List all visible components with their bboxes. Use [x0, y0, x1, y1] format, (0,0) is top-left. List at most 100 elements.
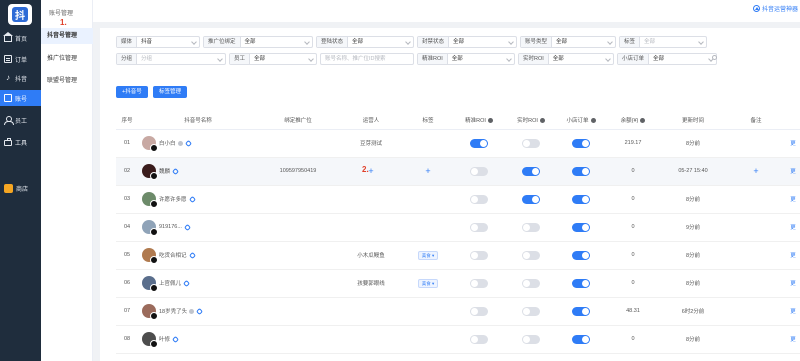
tag-badge[interactable]: 美食 ▾: [417, 250, 439, 260]
account-name[interactable]: 魏麟: [159, 167, 170, 175]
help-icon[interactable]: [539, 117, 545, 123]
link-icon[interactable]: [183, 223, 191, 231]
cell-balance: 219.17: [606, 129, 660, 158]
realtime-roi-toggle[interactable]: [522, 250, 540, 260]
filter-value: 抖音: [137, 37, 199, 47]
precise-roi-toggle[interactable]: [470, 194, 488, 204]
account-name[interactable]: 上官佩儿: [159, 279, 181, 287]
realtime-roi-toggle[interactable]: [522, 222, 540, 232]
tag-badge[interactable]: 美食 ▾: [417, 278, 439, 288]
account-name[interactable]: 白小白: [159, 139, 176, 147]
cell-realtime-roi: [506, 157, 556, 186]
update-link[interactable]: 更: [790, 253, 796, 259]
ban-status-select[interactable]: 封禁状态 全部: [417, 36, 517, 48]
subnav-item-promo-slots[interactable]: 推广位管理: [41, 51, 93, 67]
nav-item-tools[interactable]: 工具: [0, 134, 41, 150]
update-link[interactable]: 更: [790, 197, 796, 203]
shop-order-toggle[interactable]: [572, 166, 590, 176]
avatar: [142, 136, 158, 152]
link-icon[interactable]: [188, 195, 196, 203]
link-icon[interactable]: [188, 251, 196, 259]
guide-link[interactable]: 抖音运营神器: [752, 4, 798, 13]
subnav-item-douyin-accounts[interactable]: 抖音号管理: [41, 28, 93, 44]
update-link[interactable]: 更: [790, 309, 796, 315]
shop-order-toggle[interactable]: [572, 250, 590, 260]
update-link[interactable]: 更: [790, 337, 796, 343]
cell-action: 更: [786, 241, 800, 270]
precise-roi-toggle[interactable]: [470, 334, 488, 344]
shop-order-toggle[interactable]: [572, 278, 590, 288]
filter-row-1: 媒体 抖音 推广位绑定 全部 登陆状态 全部 封禁状态 全部 账号类型 全部 标…: [116, 36, 710, 48]
login-status-select[interactable]: 登陆状态 全部: [316, 36, 414, 48]
promo-bind-select[interactable]: 推广位绑定 全部: [203, 36, 313, 48]
update-link[interactable]: 更: [790, 141, 796, 147]
precise-roi-toggle[interactable]: [470, 222, 488, 232]
tag-manage-button[interactable]: 标签管理: [153, 86, 188, 98]
filter-label: 标签: [620, 37, 641, 47]
tag-select[interactable]: 标签 全部: [619, 36, 707, 48]
precise-roi-select[interactable]: 精准ROI 全部: [417, 53, 515, 65]
nav-item-orders[interactable]: 订单: [0, 51, 41, 67]
link-icon[interactable]: [171, 167, 180, 175]
shop-order-toggle[interactable]: [572, 138, 590, 148]
account-name[interactable]: 吃货合相记: [159, 251, 187, 259]
realtime-roi-toggle[interactable]: [522, 194, 540, 204]
add-remark-button[interactable]: +: [753, 166, 758, 176]
account-search-input[interactable]: 账号名称、推广位ID搜索: [320, 53, 717, 65]
staff-select[interactable]: 员工 全部: [229, 53, 317, 65]
shop-order-toggle[interactable]: [572, 334, 590, 344]
shop-order-toggle[interactable]: [572, 194, 590, 204]
account-type-select[interactable]: 账号类型 全部: [520, 36, 616, 48]
media-select[interactable]: 媒体 抖音: [116, 36, 200, 48]
precise-roi-toggle[interactable]: [470, 138, 488, 148]
link-icon[interactable]: [196, 307, 204, 315]
realtime-roi-toggle[interactable]: [522, 334, 540, 344]
shop-order-toggle[interactable]: [572, 306, 590, 316]
account-name[interactable]: 18岁秃了头: [159, 307, 187, 315]
update-link[interactable]: 更: [790, 281, 796, 287]
help-icon[interactable]: [487, 117, 493, 123]
update-link[interactable]: 更: [790, 169, 796, 175]
precise-roi-toggle[interactable]: [470, 278, 488, 288]
add-tag-button[interactable]: +: [425, 166, 430, 176]
subnav-item-alliance-accounts[interactable]: 联盟号管理: [41, 73, 93, 89]
account-table: 序号 抖音号名称 绑定推广位 运营人 标签 精准ROI 实时ROI 小店订单 余…: [116, 111, 800, 354]
nav-item-shop[interactable]: 商店: [0, 180, 41, 196]
group-select[interactable]: 分组 分组: [116, 53, 226, 65]
nav-item-account[interactable]: 账号: [0, 90, 41, 106]
nav-item-staff[interactable]: 员工: [0, 112, 41, 128]
realtime-roi-toggle[interactable]: [522, 138, 540, 148]
link-icon[interactable]: [182, 279, 191, 287]
shop-order-toggle[interactable]: [572, 222, 590, 232]
realtime-roi-select[interactable]: 实时ROI 全部: [518, 53, 614, 65]
cell-index: 02: [116, 157, 138, 186]
add-operator-button[interactable]: +: [368, 166, 373, 176]
nav-item-home[interactable]: 首页: [0, 30, 41, 46]
precise-roi-toggle[interactable]: [470, 306, 488, 316]
cell-shop-order: [556, 269, 606, 298]
account-name[interactable]: 叶修: [159, 335, 170, 343]
precise-roi-toggle[interactable]: [470, 250, 488, 260]
link-icon[interactable]: [171, 335, 180, 343]
cell-index: 03: [116, 185, 138, 214]
shop-order-select[interactable]: 小店订单 全部: [617, 53, 717, 65]
account-name[interactable]: 许愿许多愿: [159, 195, 187, 203]
table-row: 03 许愿许多愿 0 8分前 更: [116, 185, 800, 214]
nav-item-douyin[interactable]: ♪ 抖音: [0, 70, 41, 86]
help-icon[interactable]: [590, 117, 596, 123]
filter-label: 员工: [230, 54, 251, 64]
app-logo[interactable]: 抖: [8, 4, 32, 25]
realtime-roi-toggle[interactable]: [522, 306, 540, 316]
help-icon[interactable]: [640, 117, 646, 123]
update-link[interactable]: 更: [790, 225, 796, 231]
precise-roi-toggle[interactable]: [470, 166, 488, 176]
realtime-roi-toggle[interactable]: [522, 278, 540, 288]
col-shop-order: 小店订单: [556, 111, 606, 130]
add-douyin-account-button[interactable]: +抖音号: [116, 86, 148, 98]
filter-label: 封禁状态: [418, 37, 450, 47]
account-name[interactable]: 919176...: [159, 224, 182, 230]
subnav-title: 账号管理: [49, 11, 74, 17]
link-icon[interactable]: [184, 139, 192, 147]
realtime-roi-toggle[interactable]: [522, 166, 540, 176]
cell-promo: 109597950419: [258, 157, 338, 186]
